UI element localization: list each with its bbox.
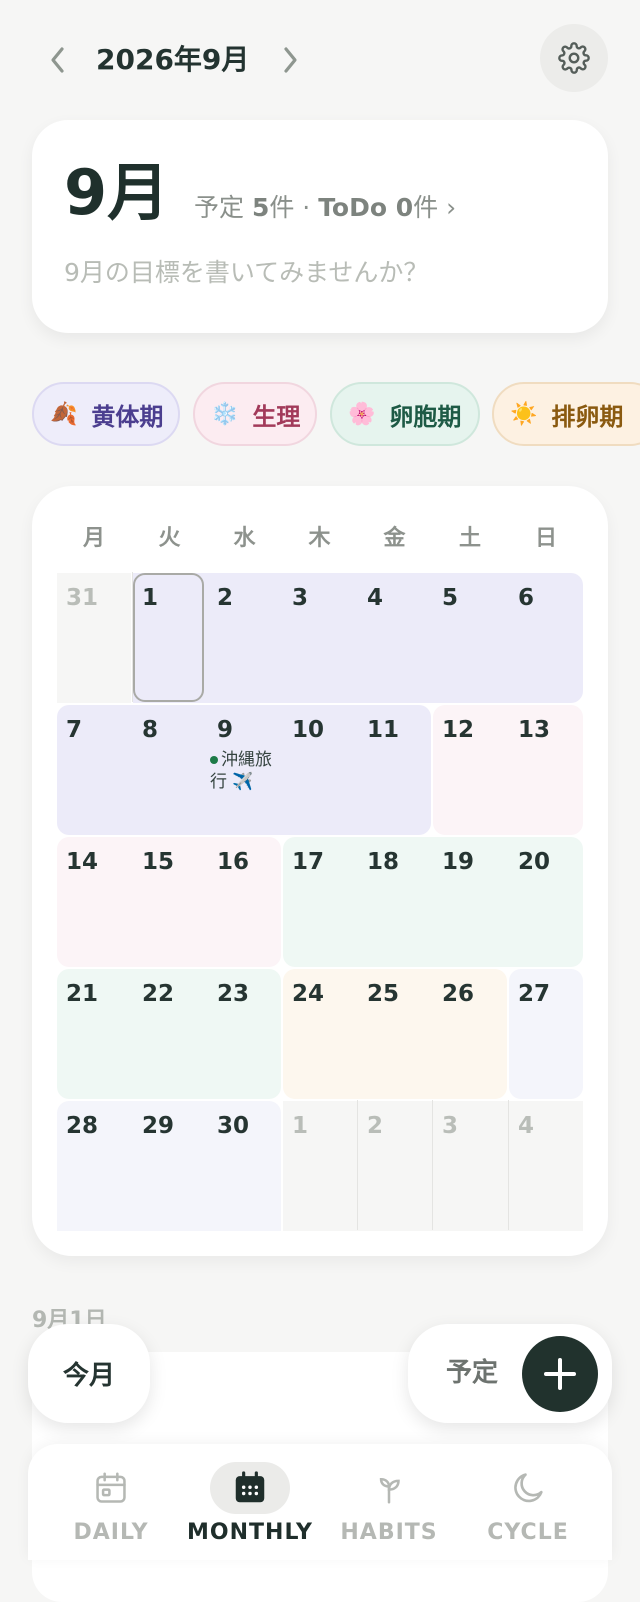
event-dot bbox=[210, 756, 218, 764]
day-number[interactable]: 19 bbox=[442, 849, 502, 875]
day-number[interactable]: 20 bbox=[518, 849, 578, 875]
day-number[interactable]: 5 bbox=[442, 585, 502, 611]
prev-month-button[interactable] bbox=[40, 40, 76, 80]
day-number[interactable]: 30 bbox=[217, 1113, 277, 1139]
nav-habits-label: HABITS bbox=[340, 1520, 438, 1545]
month-summary-card: 9月 予定 5件 · ToDo 0件 › 9月の目標を書いてみませんか？ bbox=[32, 120, 608, 333]
month-title[interactable]: 2026年9月 bbox=[96, 40, 249, 80]
weekday-label: 月 bbox=[82, 526, 105, 551]
weekday-label: 火 bbox=[158, 526, 181, 551]
day-number[interactable]: 18 bbox=[367, 849, 427, 875]
stats-suffix: 件 › bbox=[413, 193, 457, 222]
add-event-button[interactable]: 予定 bbox=[408, 1324, 612, 1423]
calendar-event[interactable]: 沖縄旅行 ✈️ bbox=[210, 749, 280, 793]
day-number[interactable]: 2 bbox=[367, 1113, 427, 1139]
day-number[interactable]: 22 bbox=[142, 981, 202, 1007]
day-number[interactable]: 21 bbox=[66, 981, 126, 1007]
calendar-grid-icon bbox=[210, 1462, 290, 1514]
nav-cycle-label: CYCLE bbox=[487, 1520, 569, 1545]
nav-cycle[interactable]: CYCLE bbox=[458, 1462, 598, 1552]
month-goal-placeholder[interactable]: 9月の目標を書いてみませんか？ bbox=[64, 254, 428, 292]
phase-label: 卵胞期 bbox=[389, 402, 462, 431]
day-number[interactable]: 3 bbox=[442, 1113, 502, 1139]
day-number[interactable]: 23 bbox=[217, 981, 277, 1007]
day-number[interactable]: 24 bbox=[292, 981, 352, 1007]
nav-daily-label: DAILY bbox=[73, 1520, 149, 1545]
day-number[interactable]: 6 bbox=[518, 585, 578, 611]
phase-icon: ☀️ bbox=[510, 401, 538, 427]
day-number[interactable]: 31 bbox=[66, 585, 126, 611]
phase-chip-1[interactable]: ❄️ 生理 bbox=[193, 382, 317, 446]
day-number[interactable]: 17 bbox=[292, 849, 352, 875]
nav-monthly[interactable]: MONTHLY bbox=[180, 1462, 320, 1552]
events-prefix: 予定 bbox=[194, 193, 252, 222]
settings-button[interactable] bbox=[540, 24, 608, 92]
day-number[interactable]: 12 bbox=[442, 717, 502, 743]
day-number[interactable]: 8 bbox=[142, 717, 202, 743]
day-number[interactable]: 15 bbox=[142, 849, 202, 875]
nav-monthly-label: MONTHLY bbox=[187, 1520, 313, 1545]
phase-label: 排卵期 bbox=[551, 402, 624, 431]
todo-label: ToDo bbox=[318, 193, 396, 222]
phase-label: 生理 bbox=[252, 402, 301, 431]
todo-count: 0 bbox=[395, 193, 414, 222]
nav-daily[interactable]: DAILY bbox=[41, 1462, 181, 1552]
phase-chip-2[interactable]: 🌸 卵胞期 bbox=[330, 382, 480, 446]
day-number[interactable]: 4 bbox=[518, 1113, 578, 1139]
month-label: 9月 bbox=[64, 156, 170, 229]
chevron-left-icon bbox=[51, 47, 64, 73]
day-number[interactable]: 13 bbox=[518, 717, 578, 743]
day-number[interactable]: 14 bbox=[66, 849, 126, 875]
nav-habits[interactable]: HABITS bbox=[319, 1462, 459, 1552]
phase-icon: ❄️ bbox=[211, 401, 239, 427]
day-number[interactable]: 16 bbox=[217, 849, 277, 875]
phase-icon: 🌸 bbox=[348, 401, 376, 427]
gear-icon bbox=[558, 42, 590, 74]
sprout-icon bbox=[349, 1462, 429, 1514]
today-highlight bbox=[133, 573, 204, 702]
events-count: 5 bbox=[251, 193, 270, 222]
weekday-label: 金 bbox=[383, 526, 406, 551]
phase-icon: 🍂 bbox=[50, 401, 78, 427]
weekday-label: 水 bbox=[233, 526, 256, 551]
day-number[interactable]: 3 bbox=[292, 585, 352, 611]
day-number[interactable]: 29 bbox=[142, 1113, 202, 1139]
day-number[interactable]: 1 bbox=[292, 1113, 352, 1139]
this-month-button[interactable]: 今月 bbox=[28, 1324, 150, 1423]
day-number[interactable]: 11 bbox=[367, 717, 427, 743]
chevron-right-icon bbox=[284, 47, 297, 73]
weekday-label: 木 bbox=[308, 526, 331, 551]
day-number[interactable]: 9 bbox=[217, 717, 277, 743]
day-number[interactable]: 4 bbox=[367, 585, 427, 611]
day-number[interactable]: 7 bbox=[66, 717, 126, 743]
day-number[interactable]: 2 bbox=[217, 585, 277, 611]
phase-chip-0[interactable]: 🍂 黄体期 bbox=[32, 382, 180, 446]
plus-icon bbox=[522, 1336, 598, 1412]
grid-divider bbox=[508, 1100, 509, 1230]
weekday-label: 日 bbox=[534, 526, 557, 551]
day-number[interactable]: 27 bbox=[518, 981, 578, 1007]
day-number[interactable]: 25 bbox=[367, 981, 427, 1007]
phase-label: 黄体期 bbox=[91, 402, 164, 431]
add-event-label: 予定 bbox=[446, 1358, 499, 1388]
event-text: 沖縄旅行 ✈️ bbox=[210, 750, 272, 792]
moon-icon bbox=[488, 1462, 568, 1514]
day-number[interactable]: 28 bbox=[66, 1113, 126, 1139]
calendar-outline-icon bbox=[71, 1462, 151, 1514]
weekday-label: 土 bbox=[458, 526, 481, 551]
grid-divider bbox=[432, 1100, 433, 1230]
day-number[interactable]: 26 bbox=[442, 981, 502, 1007]
events-mid: 件 · bbox=[269, 193, 319, 222]
month-stats-link[interactable]: 予定 5件 · ToDo 0件 › bbox=[194, 190, 456, 226]
next-month-button[interactable] bbox=[272, 40, 308, 80]
day-number[interactable]: 10 bbox=[292, 717, 352, 743]
grid-divider bbox=[357, 1100, 358, 1230]
phase-chip-3[interactable]: ☀️ 排卵期 bbox=[492, 382, 640, 446]
